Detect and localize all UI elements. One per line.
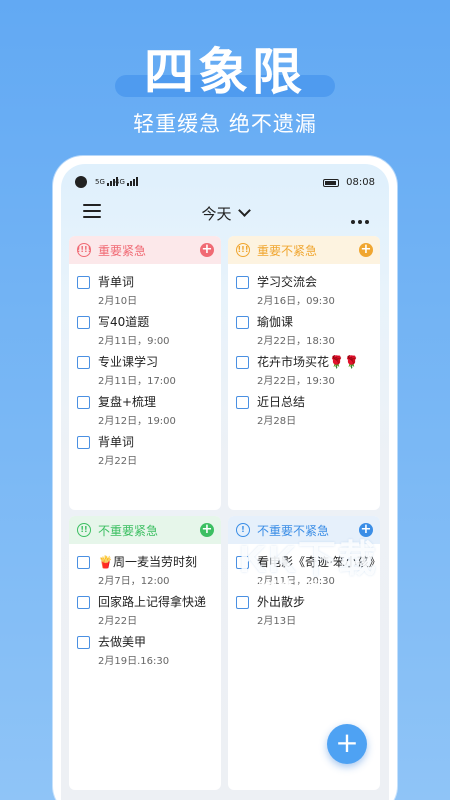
task-date: 2月22日 [98, 456, 138, 467]
task-checkbox[interactable] [236, 596, 249, 609]
task-checkbox[interactable] [77, 276, 90, 289]
status-bar: 5G 4G 08:08 [61, 164, 389, 194]
signal-label: 5G [95, 178, 105, 186]
task-date: 2月12日，19:00 [98, 416, 176, 427]
task-list: 背单词 2月10日 写40道题 2月11日，9:00 专业课学习 2月11日，17:00 复… [69, 264, 221, 468]
task-item[interactable]: 外出散步 2月13日 [228, 588, 380, 628]
nav-title: 今天 [201, 205, 232, 223]
task-checkbox[interactable] [236, 396, 249, 409]
task-checkbox[interactable] [77, 316, 90, 329]
quadrant-title: 重要紧急 [98, 243, 147, 258]
task-title: 花卉市场买花🌹🌹 [257, 355, 359, 369]
task-title: 去做美甲 [98, 635, 147, 649]
battery-icon [323, 179, 339, 187]
banner-title: 四象限 [144, 42, 306, 101]
task-date: 2月10日 [98, 296, 138, 307]
task-item[interactable]: 背单词 2月22日 [69, 428, 221, 468]
signal-4g-icon: 4G [115, 177, 139, 186]
task-date: 2月28日 [257, 416, 297, 427]
task-checkbox[interactable] [77, 636, 90, 649]
task-checkbox[interactable] [236, 276, 249, 289]
quadrant-header: !!!! 重要紧急 + [69, 236, 221, 264]
chevron-down-icon [237, 204, 251, 217]
task-list: 学习交流会 2月16日，09:30 瑜伽课 2月22日，18:30 花卉市场买花🌹🌹 2月… [228, 264, 380, 428]
nav-bar: 今天 [61, 194, 389, 228]
status-time: 08:08 [346, 177, 375, 188]
add-task-button[interactable]: + [327, 724, 367, 764]
quadrant-important-not-urgent: !!! 重要不紧急 + 学习交流会 2月16日，09:30 瑜伽课 2月22日，18:30 花… [228, 236, 380, 510]
phone-frame: 5G 4G 08:08 今天 !!!! 重要紧急 + 背单词 2月10日写40道题 2月1… [53, 156, 397, 800]
task-item[interactable]: 近日总结 2月28日 [228, 388, 380, 428]
exclamation-circle-icon: !!!! [77, 243, 91, 257]
add-icon[interactable]: + [200, 523, 214, 537]
task-date: 2月22日 [98, 616, 138, 627]
task-item[interactable]: 学习交流会 2月16日，09:30 [228, 268, 380, 308]
task-checkbox[interactable] [236, 356, 249, 369]
app-screen: 5G 4G 08:08 今天 !!!! 重要紧急 + 背单词 2月10日写40道题 2月1… [61, 164, 389, 800]
exclamation-circle-icon: !! [77, 523, 91, 537]
task-title: 复盘+梳理 [98, 395, 157, 409]
task-date: 2月7日，12:00 [98, 576, 170, 587]
task-title: 外出散步 [257, 595, 306, 609]
task-date: 2月19日.16:30 [98, 656, 170, 667]
banner-subtitle: 轻重缓急 绝不遗漏 [133, 112, 317, 136]
task-item[interactable]: 背单词 2月10日 [69, 268, 221, 308]
task-checkbox[interactable] [236, 316, 249, 329]
task-title: 专业课学习 [98, 355, 159, 369]
add-icon[interactable]: + [359, 243, 373, 257]
task-date: 2月22日，19:30 [257, 376, 335, 387]
task-title: 背单词 [98, 435, 135, 449]
task-date: 2月11日，17:00 [98, 376, 176, 387]
quadrant-not-important-urgent: !! 不重要紧急 + 🍟周一麦当劳时刻 2月7日，12:00 回家路上记得拿快递 2月22日… [69, 516, 221, 790]
task-date: 2月22日，18:30 [257, 336, 335, 347]
task-item[interactable]: 回家路上记得拿快递 2月22日 [69, 588, 221, 628]
task-title: 近日总结 [257, 395, 306, 409]
task-item[interactable]: 专业课学习 2月11日，17:00 [69, 348, 221, 388]
quadrant-title: 不重要紧急 [98, 523, 159, 538]
bottom-tab-bar [61, 796, 389, 800]
more-options-icon[interactable] [348, 209, 369, 228]
exclamation-circle-icon: !!! [236, 243, 250, 257]
task-item[interactable]: 瑜伽课 2月22日，18:30 [228, 308, 380, 348]
task-list: 🍟周一麦当劳时刻 2月7日，12:00 回家路上记得拿快递 2月22日去做美甲 2月19… [69, 544, 221, 668]
task-title: 背单词 [98, 275, 135, 289]
signal-label: 4G [115, 178, 125, 186]
watermark-url: www.kkx.net [249, 576, 322, 590]
task-title: 写40道题 [98, 315, 150, 329]
task-title: 🍟周一麦当劳时刻 [98, 555, 197, 569]
watermark-logo: KK下载 [239, 539, 378, 581]
date-selector[interactable]: 今天 [61, 203, 389, 224]
task-item[interactable]: 花卉市场买花🌹🌹 2月22日，19:30 [228, 348, 380, 388]
task-item[interactable]: 写40道题 2月11日，9:00 [69, 308, 221, 348]
quadrant-important-urgent: !!!! 重要紧急 + 背单词 2月10日写40道题 2月11日，9:00 专业课学习 2月1… [69, 236, 221, 510]
camera-icon [75, 176, 87, 188]
add-icon[interactable]: + [200, 243, 214, 257]
task-item[interactable]: 复盘+梳理 2月12日，19:00 [69, 388, 221, 428]
quadrant-header: !! 不重要紧急 + [69, 516, 221, 544]
task-checkbox[interactable] [77, 356, 90, 369]
quadrant-title: 重要不紧急 [257, 243, 318, 258]
task-checkbox[interactable] [77, 596, 90, 609]
task-item[interactable]: 去做美甲 2月19日.16:30 [69, 628, 221, 668]
task-date: 2月11日，9:00 [98, 336, 170, 347]
task-checkbox[interactable] [77, 396, 90, 409]
task-item[interactable]: 🍟周一麦当劳时刻 2月7日，12:00 [69, 548, 221, 588]
task-title: 瑜伽课 [257, 315, 294, 329]
task-title: 回家路上记得拿快递 [98, 595, 207, 609]
quadrant-header: !!! 重要不紧急 + [228, 236, 380, 264]
task-checkbox[interactable] [77, 556, 90, 569]
task-date: 2月16日，09:30 [257, 296, 335, 307]
task-title: 学习交流会 [257, 275, 318, 289]
task-date: 2月13日 [257, 616, 297, 627]
task-checkbox[interactable] [77, 436, 90, 449]
